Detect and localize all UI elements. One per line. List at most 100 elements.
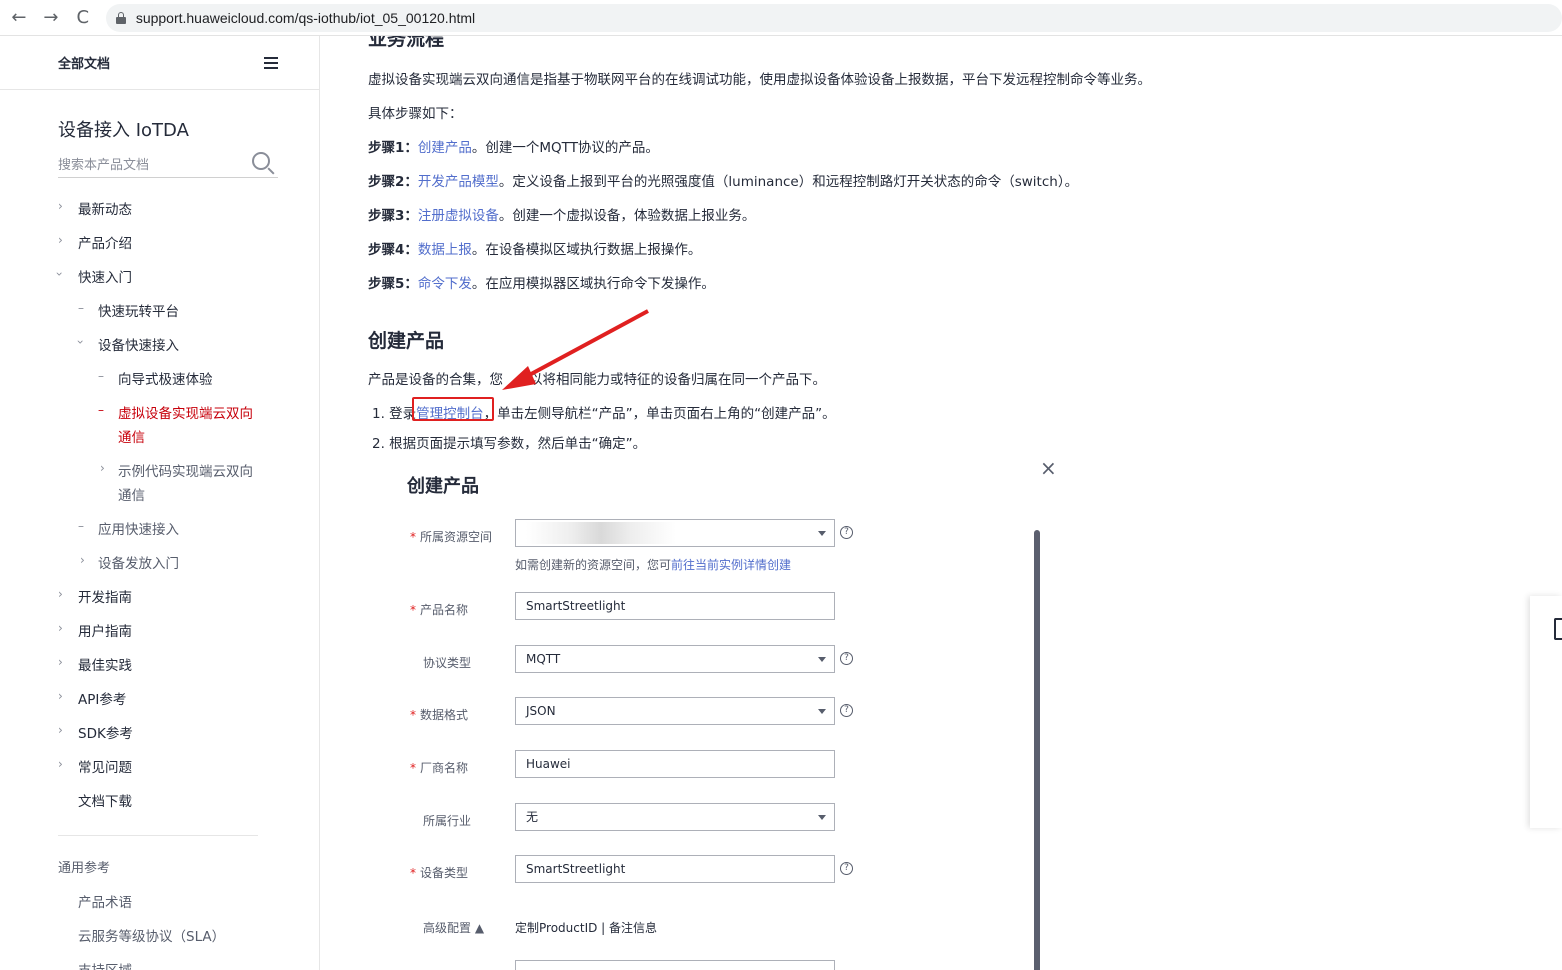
dropdown-caret-icon (818, 531, 826, 536)
lock-icon (115, 11, 126, 24)
step-link[interactable]: 数据上报 (418, 242, 472, 258)
intro-paragraph: 虚拟设备实现端云双向通信是指基于物联网平台的在线调试功能，使用虚拟设备体验设备上… (368, 72, 1151, 88)
device-type-input[interactable]: SmartStreetlight (515, 855, 835, 883)
create-resource-link[interactable]: 前往当前实例详情创建 (671, 558, 791, 572)
chevron-right-icon[interactable]: › (58, 689, 63, 703)
advanced-options[interactable]: 定制ProductID | 备注信息 (515, 919, 657, 936)
sidebar-item-sla[interactable]: 云服务等级协议（SLA） (78, 925, 225, 949)
chevron-right-icon[interactable]: › (58, 587, 63, 601)
step-label: 步骤3： (368, 208, 418, 224)
main-content: 业务流程 虚拟设备实现端云双向通信是指基于物联网平台的在线调试功能，使用虚拟设备… (320, 36, 1562, 970)
sidebar-item-faq[interactable]: 常见问题 (78, 756, 132, 780)
advanced-config-toggle[interactable]: 高级配置 ▲ (423, 919, 484, 936)
required-mark: * (410, 530, 416, 544)
url-text: support.huaweicloud.com/qs-iothub/iot_05… (135, 9, 476, 26)
sidebar-item-provisioning[interactable]: 设备发放入门 (98, 552, 179, 576)
instruction-number: 1. 登录 (372, 406, 417, 422)
sidebar-item-platform[interactable]: 快速玩转平台 (98, 300, 179, 324)
close-icon[interactable]: × (1040, 456, 1057, 480)
feedback-icon[interactable] (1554, 618, 1562, 640)
floating-side-panel[interactable] (1530, 596, 1562, 828)
step-1: 步骤1：创建产品。创建一个MQTT协议的产品。 (368, 136, 659, 156)
data-format-select[interactable]: JSON (515, 697, 835, 725)
back-arrow-icon[interactable]: ← (6, 5, 32, 31)
sidebar-item-device-access[interactable]: 设备快速接入 (98, 334, 179, 358)
sidebar-item-wizard[interactable]: 向导式极速体验 (118, 368, 213, 392)
step-5: 步骤5：命令下发。在应用模拟器区域执行命令下发操作。 (368, 272, 715, 292)
step-label: 步骤1： (368, 140, 418, 156)
step-label: 步骤2： (368, 174, 418, 190)
resource-space-select[interactable] (515, 519, 835, 547)
highlight-box (412, 397, 494, 421)
sidebar-item-best-practice[interactable]: 最佳实践 (78, 654, 132, 678)
sidebar-item-terms[interactable]: 产品术语 (78, 891, 132, 915)
sidebar-item-intro[interactable]: 产品介绍 (78, 232, 132, 256)
required-mark: * (410, 708, 416, 722)
sidebar-item-virtual-device[interactable]: 虚拟设备实现端云双向 (118, 402, 253, 426)
sidebar-item-quickstart[interactable]: 快速入门 (78, 266, 132, 290)
industry-select[interactable]: 无 (515, 803, 835, 831)
sidebar-item-sdk[interactable]: SDK参考 (78, 722, 133, 746)
sidebar-item-download[interactable]: 文档下载 (78, 790, 132, 814)
dialog-scrollbar[interactable] (1034, 530, 1040, 970)
chevron-right-icon[interactable]: › (58, 723, 63, 737)
protocol-select[interactable]: MQTT (515, 645, 835, 673)
sidebar-item-sample-code-cont[interactable]: 通信 (118, 484, 145, 508)
forward-arrow-icon[interactable]: → (38, 5, 64, 31)
chevron-right-icon[interactable]: › (58, 233, 63, 247)
step-text: 。在应用模拟器区域执行命令下发操作。 (471, 276, 715, 292)
help-icon[interactable]: ? (840, 526, 853, 539)
step-3: 步骤3：注册虚拟设备。创建一个虚拟设备，体验数据上报业务。 (368, 204, 755, 224)
sidebar-divider (58, 835, 258, 836)
chevron-right-icon[interactable]: › (58, 757, 63, 771)
help-icon[interactable]: ? (840, 652, 853, 665)
sidebar-item-user-guide[interactable]: 用户指南 (78, 620, 132, 644)
required-mark: * (410, 603, 416, 617)
chevron-right-icon[interactable]: › (58, 655, 63, 669)
chevron-right-icon[interactable]: › (100, 461, 105, 475)
dash-icon: – (78, 301, 84, 315)
step-label: 步骤5： (368, 276, 418, 292)
field-label-protocol: 协议类型 (423, 656, 472, 670)
all-docs-label[interactable]: 全部文档 (58, 53, 110, 72)
step-link[interactable]: 命令下发 (418, 276, 472, 292)
section-description-part: 产品是设备的合集，您 (368, 372, 503, 388)
field-label-device-type: * 设备类型 (410, 866, 469, 880)
steps-intro: 具体步骤如下： (368, 106, 463, 122)
general-ref-heading: 通用参考 (58, 861, 111, 876)
search-icon[interactable] (252, 152, 270, 170)
sidebar-item-dev-guide[interactable]: 开发指南 (78, 586, 132, 610)
manufacturer-input[interactable]: Huawei (515, 750, 835, 778)
chevron-down-icon[interactable]: › (73, 340, 87, 345)
address-bar[interactable]: support.huaweicloud.com/qs-iothub/iot_05… (105, 3, 1562, 32)
sidebar-item-app-access[interactable]: 应用快速接入 (98, 518, 179, 542)
product-name-input[interactable]: SmartStreetlight (515, 592, 835, 620)
field-label-data-format: * 数据格式 (410, 708, 469, 722)
sidebar-item-regions[interactable]: 支持区域 (78, 959, 132, 970)
sidebar-item-news[interactable]: 最新动态 (78, 198, 132, 222)
sidebar-item-sample-code[interactable]: 示例代码实现端云双向 (118, 460, 253, 484)
search-input[interactable]: 搜索本产品文档 (58, 146, 278, 178)
reload-icon[interactable]: C (70, 5, 96, 31)
menu-icon[interactable] (264, 57, 278, 69)
chevron-right-icon[interactable]: › (80, 553, 85, 567)
help-icon[interactable]: ? (840, 862, 853, 875)
field-label-product-name: * 产品名称 (410, 603, 469, 617)
step-link[interactable]: 开发产品模型 (418, 174, 499, 190)
step-text: 。创建一个虚拟设备，体验数据上报业务。 (498, 208, 756, 224)
required-mark: * (410, 761, 416, 775)
extra-input[interactable] (515, 960, 835, 970)
step-link[interactable]: 注册虚拟设备 (418, 208, 499, 224)
sidebar-item-virtual-device-cont[interactable]: 通信 (118, 426, 145, 450)
field-label-manufacturer: * 厂商名称 (410, 761, 469, 775)
arrow-annotation-icon (502, 309, 649, 390)
chevron-down-icon[interactable]: › (52, 272, 66, 277)
step-link[interactable]: 创建产品 (418, 140, 472, 156)
sidebar-item-api[interactable]: API参考 (78, 688, 126, 712)
section-title-create-product: 创建产品 (368, 330, 445, 352)
required-mark: * (410, 866, 416, 880)
help-icon[interactable]: ? (840, 704, 853, 717)
chevron-right-icon[interactable]: › (58, 199, 63, 213)
step-text: 。在设备模拟区域执行数据上报操作。 (471, 242, 702, 258)
chevron-right-icon[interactable]: › (58, 621, 63, 635)
